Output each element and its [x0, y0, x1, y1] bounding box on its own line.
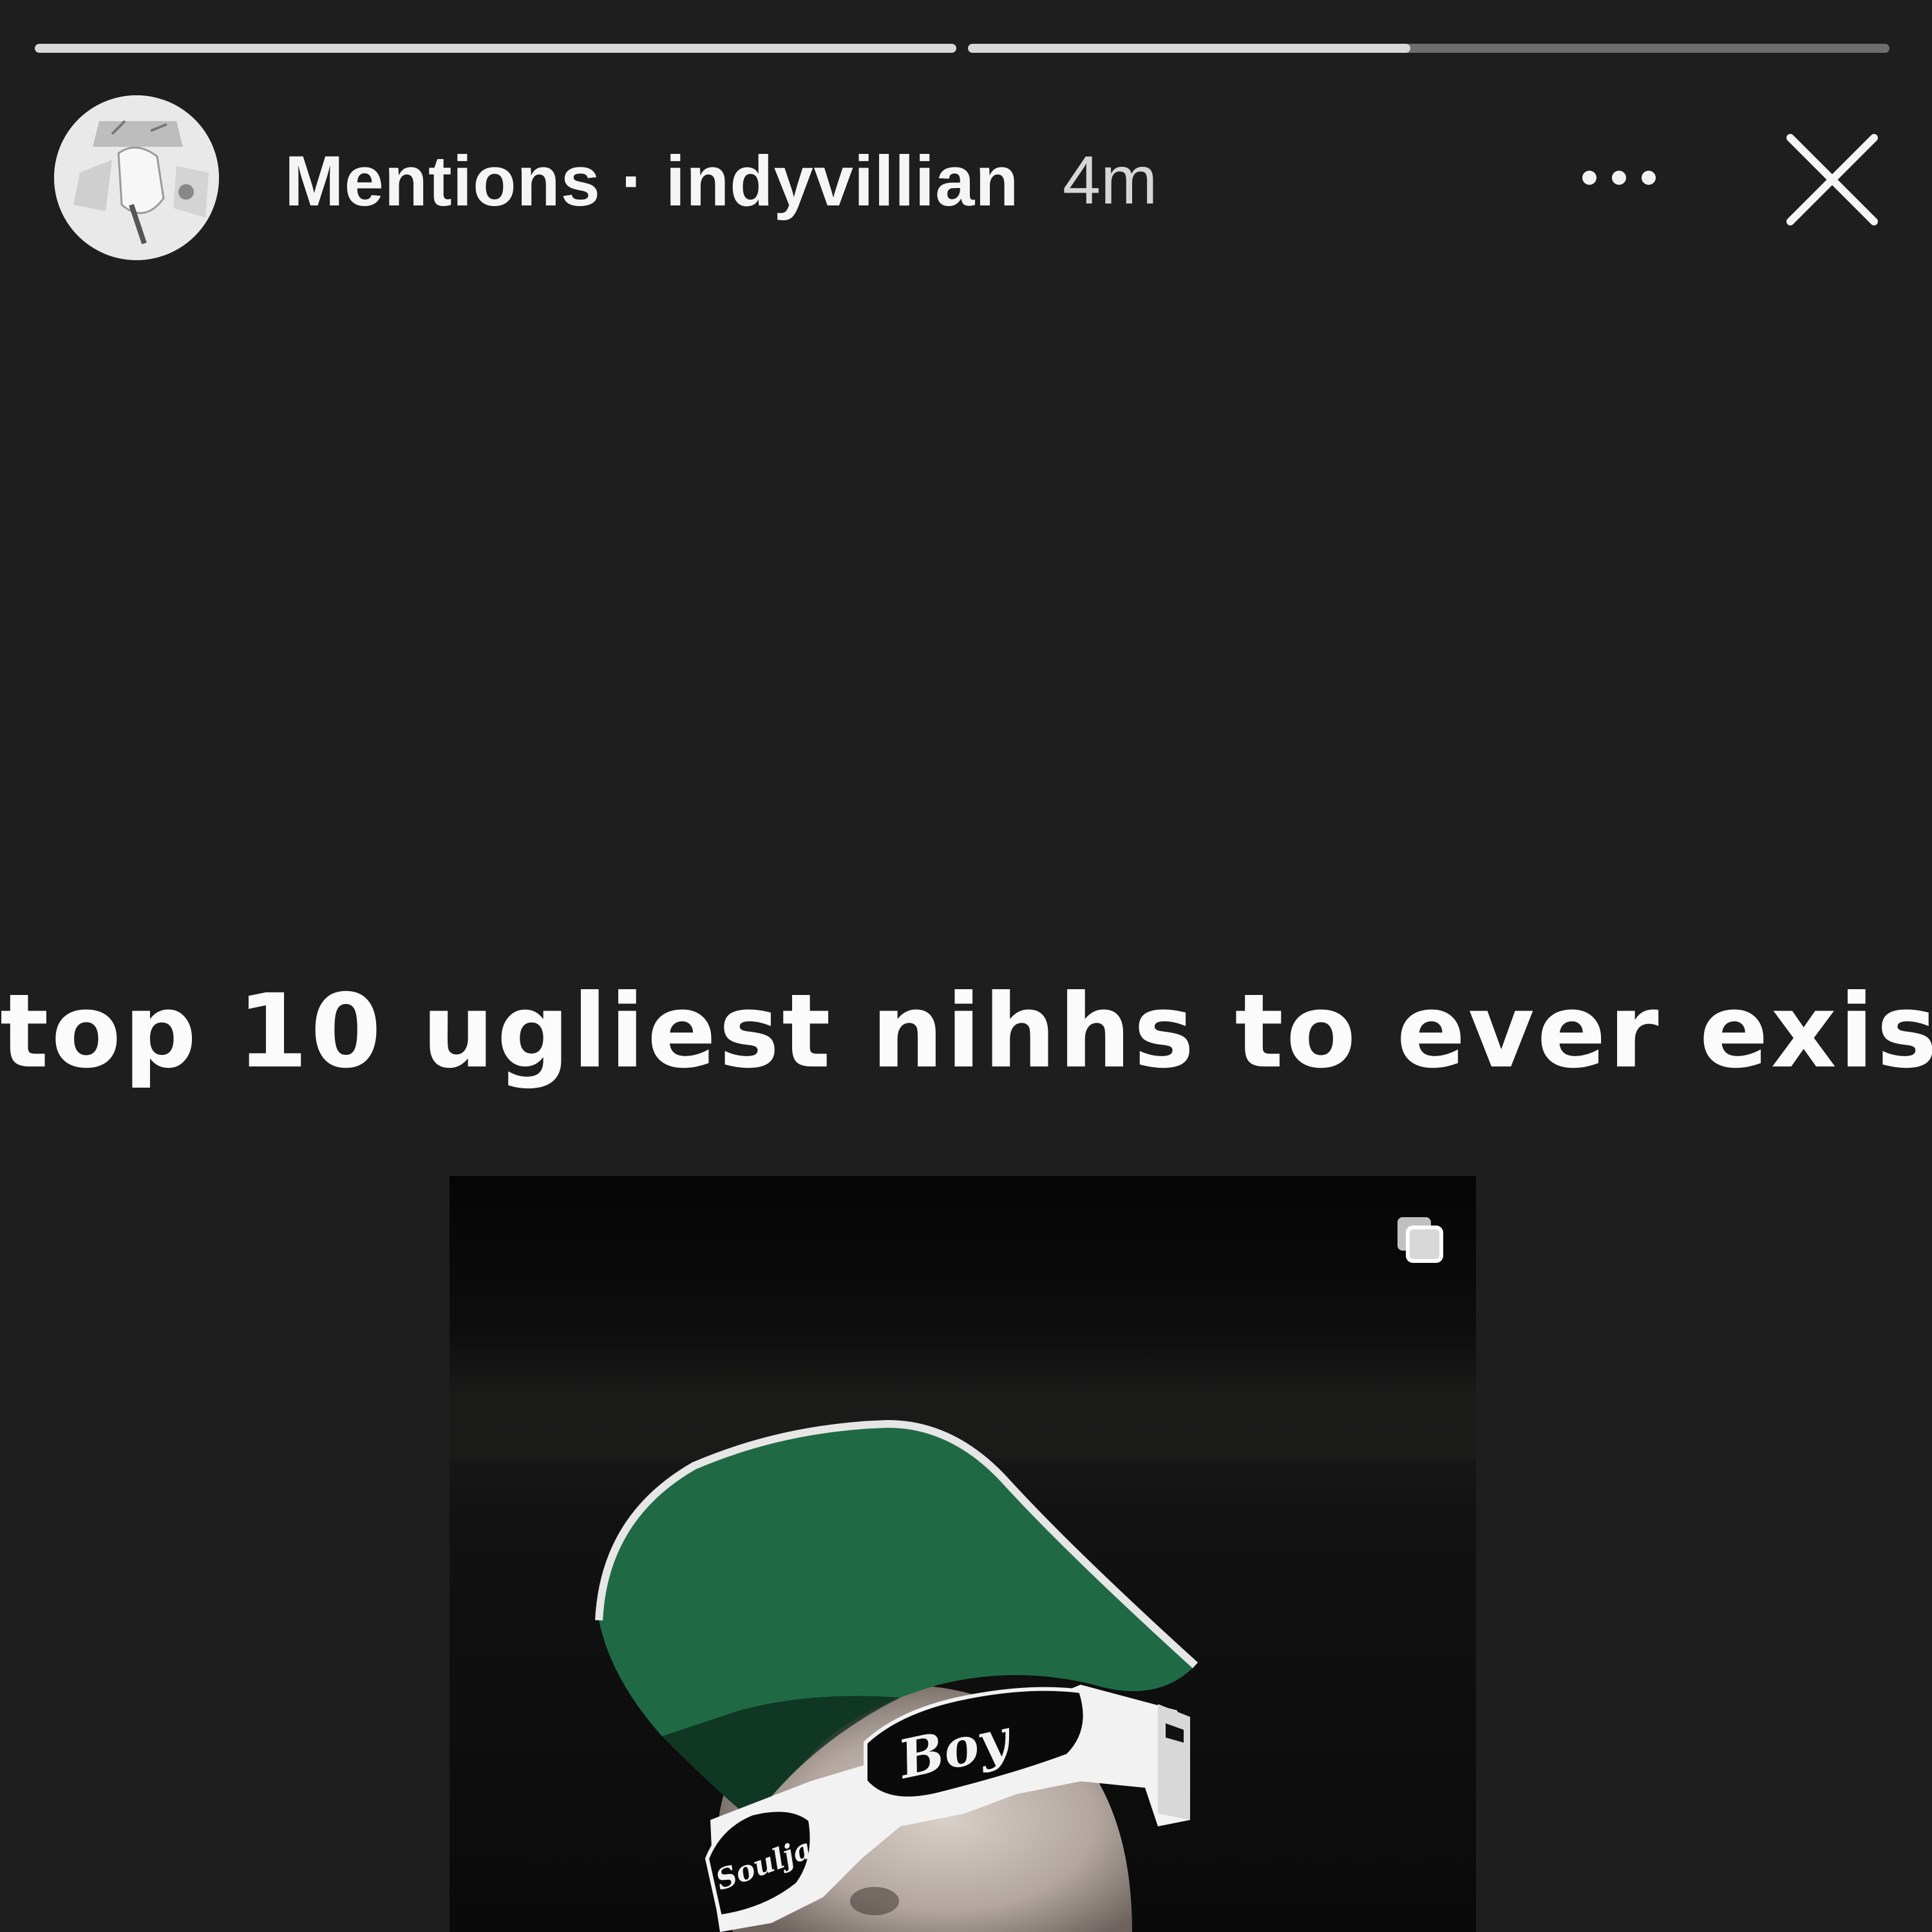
more-horizontal-icon	[1582, 171, 1656, 185]
shared-post-image[interactable]: Boy Soulja	[450, 1176, 1476, 1932]
multiple-images-icon	[1394, 1213, 1446, 1266]
story-title[interactable]: Mentions · indyvillian	[285, 140, 1019, 222]
more-options-button[interactable]	[1574, 146, 1664, 210]
story-progress	[35, 44, 1889, 53]
story-header: Mentions · indyvillian 4m	[54, 95, 1893, 263]
story-username[interactable]: indyvillian	[666, 142, 1019, 221]
avatar-image	[54, 95, 219, 260]
close-icon	[1786, 134, 1878, 225]
post-photo: Boy Soulja	[450, 1176, 1476, 1932]
avatar[interactable]	[54, 95, 219, 260]
story-viewer: Mentions · indyvillian 4m top 10 ugliest…	[0, 0, 1932, 1932]
story-timestamp: 4m	[1063, 142, 1158, 218]
close-button[interactable]	[1771, 118, 1893, 241]
progress-segment-2	[968, 44, 1889, 53]
story-source-label: Mentions	[285, 142, 601, 221]
story-caption: top 10 ugliest nihhs to ever exist	[0, 972, 1932, 1091]
progress-segment-1	[35, 44, 956, 53]
title-separator: ·	[621, 142, 645, 221]
